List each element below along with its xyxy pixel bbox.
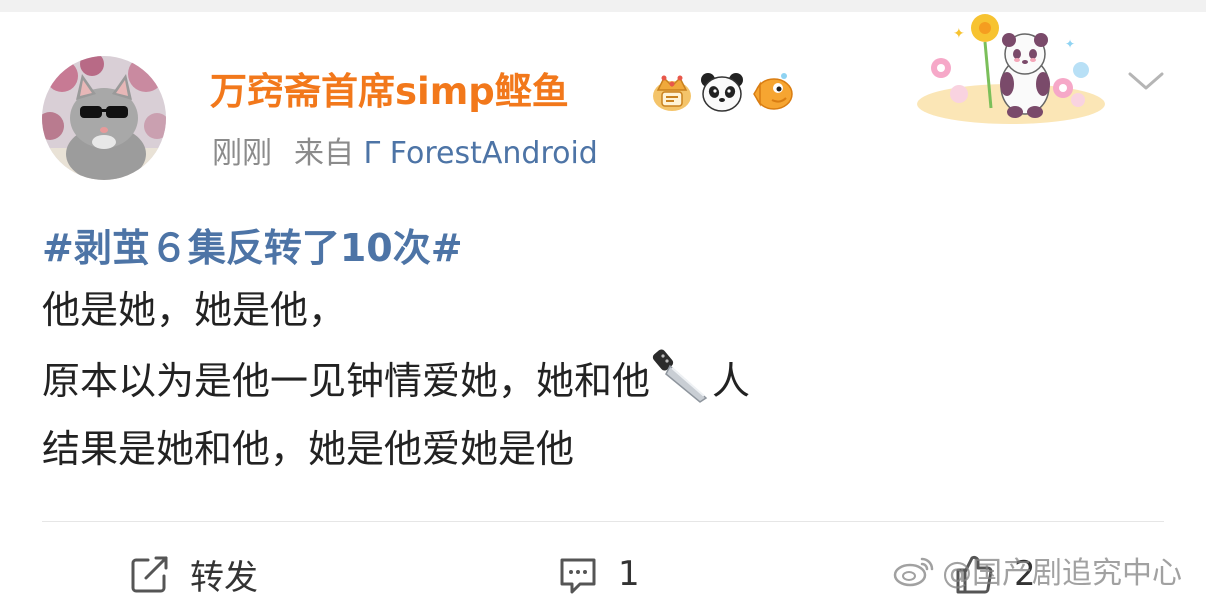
chevron-down-icon[interactable]	[1126, 66, 1166, 96]
comment-icon	[560, 558, 596, 594]
weibo-logo-icon	[893, 557, 934, 587]
comment-button[interactable]: 1	[556, 546, 640, 602]
cat-avatar-image	[42, 56, 166, 180]
svg-text:✦: ✦	[953, 26, 965, 42]
content-line-2: 原本以为是他一见钟情爱她，她和他 人	[42, 344, 1162, 415]
content-line-1: 他是她，她是他，	[42, 288, 347, 332]
fish-badge-icon[interactable]	[750, 70, 794, 114]
watermark-text: @国产剧追究中心	[942, 556, 1182, 591]
post-meta: 刚刚 来自 Γ ForestAndroid	[212, 134, 598, 174]
forward-icon	[131, 556, 168, 593]
forward-label: 转发	[190, 557, 258, 598]
content-line-2-text: 原本以为是他一见钟情爱她，她和他	[42, 359, 651, 403]
panda-flower-decoration: ✦ ✦	[917, 14, 1105, 124]
source-link[interactable]: Γ ForestAndroid	[364, 136, 598, 171]
panda-badge-icon[interactable]	[700, 70, 744, 114]
content-line-2-tail: 人	[712, 359, 751, 403]
action-divider	[42, 521, 1164, 522]
forward-button[interactable]: 转发	[128, 546, 258, 602]
author-badges	[650, 70, 794, 114]
author-name[interactable]: 万窍斋首席simp鲣鱼	[210, 70, 569, 114]
comment-count: 1	[618, 554, 640, 594]
post-time: 刚刚	[212, 136, 272, 171]
source-prefix: 来自	[294, 136, 354, 171]
post-content: #剥茧６集反转了10次# 他是她，她是他， 原本以为是他一见钟情爱她，她和他 人…	[42, 220, 1162, 483]
svg-text:✦: ✦	[1065, 37, 1075, 51]
knife-emoji-icon	[652, 349, 708, 403]
content-line-3: 结果是她和他，她是他爱她是他	[42, 427, 575, 471]
avatar[interactable]	[42, 56, 166, 180]
topic-hashtag-link[interactable]: #剥茧６集反转了10次#	[42, 220, 1162, 276]
crown-badge-icon[interactable]	[650, 70, 694, 114]
watermark: @国产剧追究中心	[892, 550, 1182, 591]
